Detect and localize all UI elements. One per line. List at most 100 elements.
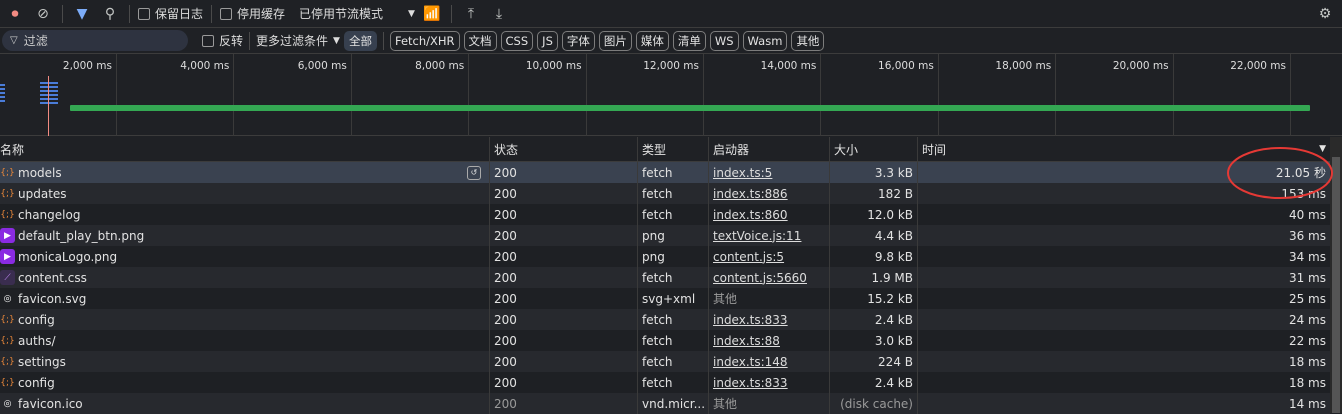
cell-name[interactable]: {;} models ↺	[0, 162, 490, 183]
cell-name[interactable]: ⟋ content.css	[0, 267, 490, 288]
cell-initiator[interactable]: index.ts:88	[709, 330, 830, 351]
initiator-link[interactable]: index.ts:88	[713, 334, 780, 348]
search-icon[interactable]: ⚲	[99, 3, 121, 25]
cell-size: 12.0 kB	[830, 204, 918, 225]
table-row[interactable]: ◎ favicon.svg 200 svg+xml 其他 15.2 kB 25 m…	[0, 288, 1330, 309]
cell-time: 34 ms	[1288, 249, 1326, 264]
initiator-link[interactable]: index.ts:833	[713, 376, 788, 390]
table-row[interactable]: ▶ monicaLogo.png 200 png content.js:5 9.8…	[0, 246, 1330, 267]
divider	[450, 4, 452, 23]
col-status[interactable]: 状态	[490, 137, 638, 161]
preserve-log-label: 保留日志	[155, 7, 204, 21]
filter-input[interactable]: ▽ 过滤	[2, 30, 188, 51]
record-stop-icon[interactable]: ⏺	[4, 3, 26, 25]
initiator-link[interactable]: content.js:5660	[713, 271, 807, 285]
chip-wasm[interactable]: Wasm	[742, 30, 788, 51]
chip-doc[interactable]: 文档	[463, 30, 497, 51]
override-icon[interactable]: ↺	[467, 165, 481, 180]
table-row[interactable]: {;} changelog 200 fetch index.ts:860 12.0…	[0, 204, 1330, 225]
initiator-link[interactable]: index.ts:148	[713, 355, 788, 369]
initiator-link[interactable]: index.ts:833	[713, 313, 788, 327]
col-size[interactable]: 大小	[830, 137, 918, 161]
cell-name[interactable]: {;} settings	[0, 351, 490, 372]
col-name[interactable]: 名称	[0, 137, 490, 161]
col-initiator[interactable]: 启动器	[709, 137, 830, 161]
cell-status: 200	[490, 225, 638, 246]
initiator-link[interactable]: index.ts:5	[713, 166, 772, 180]
chip-manifest[interactable]: 清单	[672, 30, 706, 51]
cell-time: 22 ms	[1288, 333, 1326, 348]
initiator-link[interactable]: index.ts:860	[713, 208, 788, 222]
invert-checkbox[interactable]: 反转	[202, 32, 243, 49]
request-name: config	[18, 312, 55, 327]
cell-name[interactable]: {;} updates	[0, 183, 490, 204]
chip-media[interactable]: 媒体	[635, 30, 669, 51]
clear-icon[interactable]: ⊘	[32, 3, 54, 25]
cell-name[interactable]: ▶ default_play_btn.png	[0, 225, 490, 246]
chip-css[interactable]: CSS	[500, 30, 534, 51]
table-row[interactable]: ◎ favicon.ico 200 vnd.micr... 其他 (disk ca…	[0, 393, 1330, 414]
cell-name[interactable]: {;} config	[0, 309, 490, 330]
annotation-circle	[1227, 147, 1333, 199]
chip-font[interactable]: 字体	[561, 30, 595, 51]
cell-time: 18 ms	[1288, 375, 1326, 390]
chip-js[interactable]: JS	[537, 30, 558, 51]
cell-size: 182 B	[830, 183, 918, 204]
import-har-icon[interactable]: ⤒	[460, 3, 482, 25]
table-row[interactable]: {;} updates 200 fetch index.ts:886 182 B …	[0, 183, 1330, 204]
chip-img[interactable]: 图片	[598, 30, 632, 51]
network-conditions-icon[interactable]: 📶	[421, 3, 443, 25]
chip-other[interactable]: 其他	[791, 30, 825, 51]
cell-name[interactable]: {;} changelog	[0, 204, 490, 225]
cell-initiator[interactable]: index.ts:833	[709, 309, 830, 330]
export-har-icon[interactable]: ⤓	[488, 3, 510, 25]
disable-cache-checkbox[interactable]: 停用缓存	[220, 5, 285, 22]
table-row[interactable]: ▶ default_play_btn.png 200 png textVoice.…	[0, 225, 1330, 246]
throttle-select[interactable]: 已停用节流模式 ▼	[299, 5, 415, 22]
request-marks	[40, 82, 58, 106]
more-filters-dropdown[interactable]: 更多过滤条件 ▼	[256, 32, 340, 49]
timeline-tick-label: 4,000 ms	[180, 60, 230, 72]
cell-initiator[interactable]: index.ts:833	[709, 372, 830, 393]
cell-name[interactable]: ◎ favicon.svg	[0, 288, 490, 309]
cell-name[interactable]: {;} config	[0, 372, 490, 393]
cell-initiator[interactable]: index.ts:860	[709, 204, 830, 225]
cell-initiator[interactable]: index.ts:5	[709, 162, 830, 183]
table-row[interactable]: {;} settings 200 fetch index.ts:148 224 B…	[0, 351, 1330, 372]
table-row[interactable]: ⟋ content.css 200 fetch content.js:5660 1…	[0, 267, 1330, 288]
col-time-label: 时间	[922, 142, 947, 157]
throttle-value: 已停用节流模式	[299, 7, 384, 21]
chip-ws[interactable]: WS	[709, 30, 739, 51]
cell-type: fetch	[638, 183, 709, 204]
initiator-link[interactable]: textVoice.js:11	[713, 229, 801, 243]
cell-initiator[interactable]: index.ts:886	[709, 183, 830, 204]
cell-name[interactable]: {;} auths/	[0, 330, 490, 351]
cell-initiator[interactable]: textVoice.js:11	[709, 225, 830, 246]
table-row[interactable]: {;} config 200 fetch index.ts:833 2.4 kB …	[0, 372, 1330, 393]
request-name: monicaLogo.png	[18, 249, 118, 264]
table-row[interactable]: {;} models ↺ 200 fetch index.ts:5 3.3 kB 2…	[0, 162, 1330, 183]
filter-icon: ▽	[10, 35, 18, 46]
load-marker	[48, 76, 49, 136]
initiator-link[interactable]: content.js:5	[713, 250, 784, 264]
fetch-icon: {;}	[0, 188, 15, 199]
table-row[interactable]: {;} auths/ 200 fetch index.ts:88 3.0 kB 2…	[0, 330, 1330, 351]
timeline-tick-label: 14,000 ms	[760, 60, 817, 72]
chip-all[interactable]: 全部	[343, 30, 377, 51]
col-type[interactable]: 类型	[638, 137, 709, 161]
cell-initiator[interactable]: content.js:5	[709, 246, 830, 267]
cell-size: 3.0 kB	[830, 330, 918, 351]
cell-size: (disk cache)	[830, 393, 918, 414]
gear-icon[interactable]: ⚙	[1314, 3, 1336, 25]
initiator-link[interactable]: index.ts:886	[713, 187, 788, 201]
chip-fetch-xhr[interactable]: Fetch/XHR	[389, 30, 460, 51]
cell-initiator[interactable]: content.js:5660	[709, 267, 830, 288]
timeline-overview[interactable]: 2,000 ms 4,000 ms 6,000 ms 8,000 ms 10,000 m…	[0, 54, 1342, 136]
filter-icon[interactable]: ▼	[71, 3, 93, 25]
cell-name[interactable]: ▶ monicaLogo.png	[0, 246, 490, 267]
cell-name[interactable]: ◎ favicon.ico	[0, 393, 490, 414]
fetch-icon: {;}	[0, 314, 15, 325]
cell-initiator[interactable]: index.ts:148	[709, 351, 830, 372]
table-row[interactable]: {;} config 200 fetch index.ts:833 2.4 kB …	[0, 309, 1330, 330]
preserve-log-checkbox[interactable]: 保留日志	[138, 5, 203, 22]
